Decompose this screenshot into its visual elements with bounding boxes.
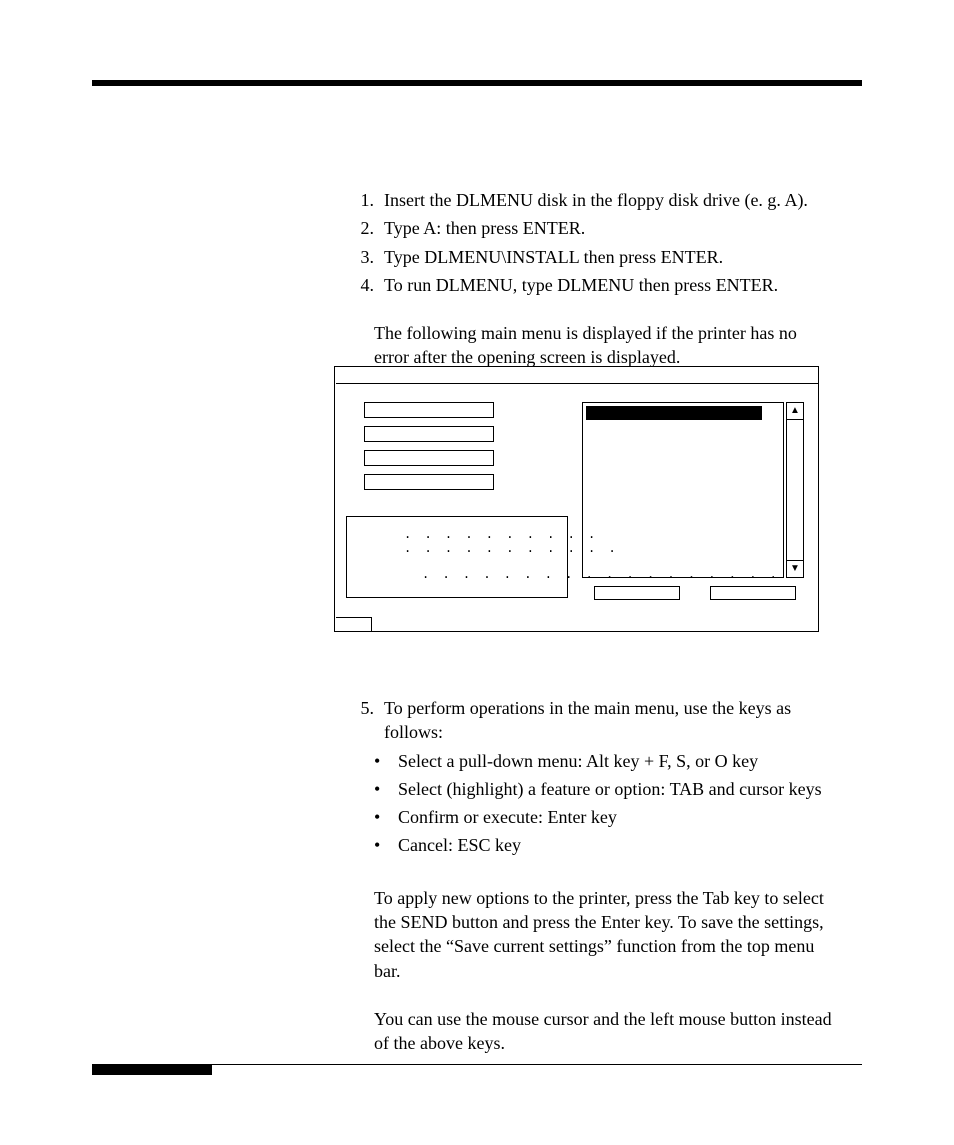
- header-rule: [92, 80, 862, 86]
- options-list-box: [582, 402, 784, 578]
- step-number: 5.: [352, 696, 374, 745]
- bullet-text: Confirm or execute: Enter key: [398, 805, 617, 829]
- bullet-item: • Select (highlight) a feature or option…: [374, 777, 832, 801]
- bullet-text: Select a pull-down menu: Alt key + F, S,…: [398, 749, 758, 773]
- step-5-note-b: You can use the mouse cursor and the lef…: [374, 1007, 832, 1056]
- bullet-item: • Cancel: ESC key: [374, 833, 832, 857]
- scrollbar-track: [786, 402, 804, 578]
- bullet-icon: •: [374, 805, 388, 829]
- instructions-block-2: 5. To perform operations in the main men…: [352, 696, 832, 1056]
- triangle-down-icon: ▼: [790, 562, 800, 576]
- instructions-block-1: 1. Insert the DLMENU disk in the floppy …: [352, 188, 832, 370]
- step-text: To run DLMENU, type DLMENU then press EN…: [384, 273, 832, 297]
- figure-status-cell: [336, 617, 372, 631]
- step-number: 1.: [352, 188, 374, 212]
- step-4-note: The following main menu is displayed if …: [374, 321, 832, 370]
- step-number: 4.: [352, 273, 374, 297]
- step-number: 2.: [352, 216, 374, 240]
- step-text: To perform operations in the main menu, …: [384, 696, 832, 745]
- footer-tab: [92, 1065, 212, 1075]
- bullet-icon: •: [374, 777, 388, 801]
- figure-button-2: [710, 586, 796, 600]
- step-text: Type DLMENU\INSTALL then press ENTER.: [384, 245, 832, 269]
- step-5-note-a: To apply new options to the printer, pre…: [374, 886, 832, 983]
- bullet-item: • Select a pull-down menu: Alt key + F, …: [374, 749, 832, 773]
- step-text: Type A: then press ENTER.: [384, 216, 832, 240]
- document-page: 1. Insert the DLMENU disk in the floppy …: [0, 0, 954, 1145]
- feature-box-1: [364, 402, 494, 418]
- bullet-item: • Confirm or execute: Enter key: [374, 805, 832, 829]
- triangle-up-icon: ▲: [790, 404, 800, 418]
- bullet-text: Cancel: ESC key: [398, 833, 521, 857]
- step-number: 3.: [352, 245, 374, 269]
- bullet-icon: •: [374, 833, 388, 857]
- bullet-text: Select (highlight) a feature or option: …: [398, 777, 822, 801]
- feature-box-4: [364, 474, 494, 490]
- step-3: 3. Type DLMENU\INSTALL then press ENTER.: [352, 245, 832, 269]
- scroll-up-icon: ▲: [786, 402, 804, 420]
- step-text: Insert the DLMENU disk in the floppy dis…: [384, 188, 832, 212]
- main-menu-figure: . . . . . . . . . . . . . . . . . . . . …: [334, 366, 819, 632]
- options-selected-row: [586, 406, 762, 420]
- step-2: 2. Type A: then press ENTER.: [352, 216, 832, 240]
- figure-menubar: [336, 368, 818, 384]
- bullet-icon: •: [374, 749, 388, 773]
- step-4: 4. To run DLMENU, type DLMENU then press…: [352, 273, 832, 297]
- figure-button-1: [594, 586, 680, 600]
- feature-box-3: [364, 450, 494, 466]
- step-5: 5. To perform operations in the main men…: [352, 696, 832, 745]
- scroll-down-icon: ▼: [786, 560, 804, 578]
- feature-box-2: [364, 426, 494, 442]
- step-1: 1. Insert the DLMENU disk in the floppy …: [352, 188, 832, 212]
